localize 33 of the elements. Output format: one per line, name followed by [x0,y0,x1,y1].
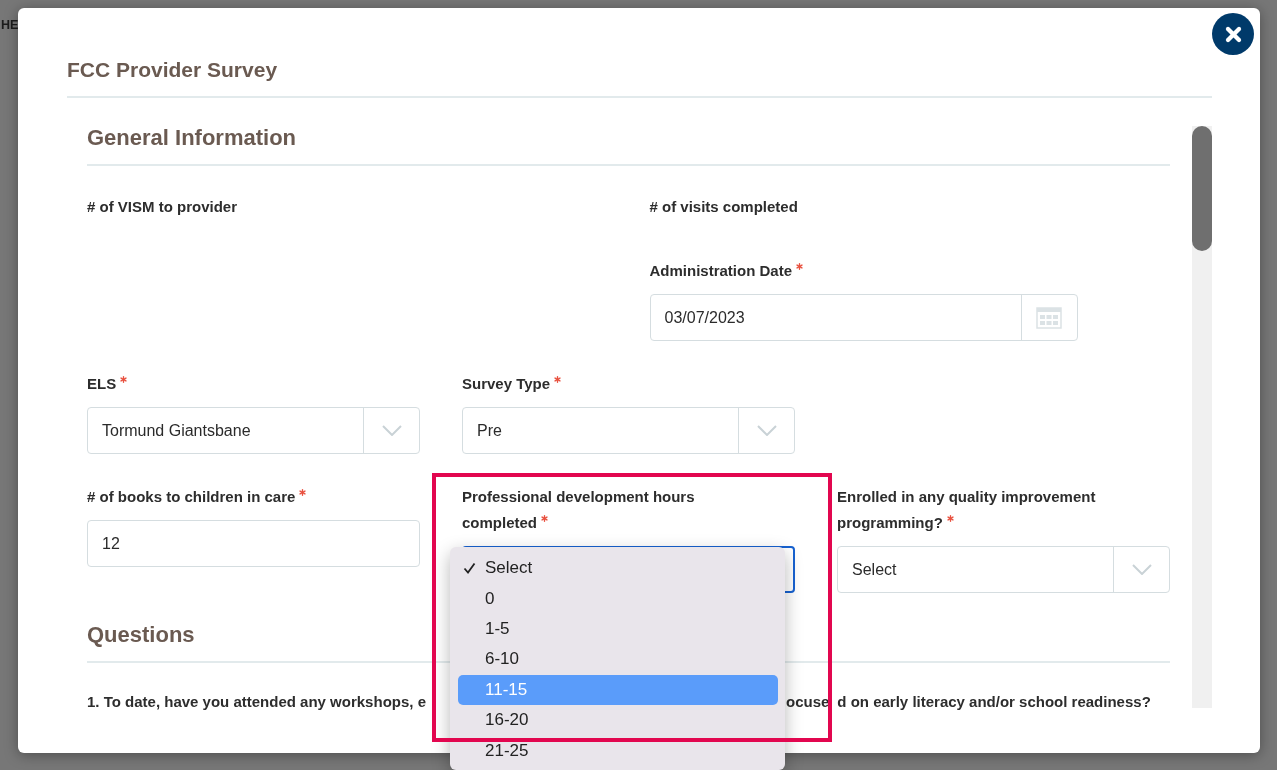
date-field[interactable]: 03/07/2023 [649,294,1078,341]
dropdown-option[interactable]: 1-5 [458,613,778,645]
chevron-down-icon [756,425,777,436]
field-label: # of visits completed [649,198,798,215]
section-title: General Information [87,124,1170,166]
field-label: ELS [87,375,117,392]
dropdown-option[interactable]: 16-20 [458,704,778,736]
question-text: ocuse [786,692,830,712]
field-label: Administration Date [649,262,792,279]
chevron-down-icon [381,425,402,436]
question-text: d on early literacy and/or school readiness? [837,692,1151,712]
dropdown-option[interactable]: 0 [458,583,778,614]
question-text: 1. To date, have you attended any workshops, e [87,692,427,712]
close-button[interactable] [1212,13,1254,55]
field-label: # of VISM to provider [87,198,237,215]
text-field[interactable]: 12 [87,520,420,567]
select-field[interactable]: Pre [462,407,795,454]
select-field[interactable]: Tormund Giantsbane [87,407,420,454]
field-label: Enrolled in any quality improvement programming? [837,488,1096,531]
field-label: # of books to children in care [87,488,296,505]
scrollbar-thumb[interactable] [1192,126,1212,251]
select-field[interactable]: Select [837,546,1170,593]
dropdown-option[interactable]: 21-25 [458,735,778,766]
chevron-down-icon [1131,564,1152,575]
dropdown-option[interactable]: 6-10 [458,644,778,675]
field-label: Survey Type [462,375,551,392]
background-heading-text: HE [1,18,19,32]
dropdown-option[interactable]: Select [458,553,778,584]
dialog-title: FCC Provider Survey [67,57,279,83]
close-icon [1224,25,1242,43]
scrollbar[interactable] [1192,126,1212,708]
field-label: Professional development hours completed [462,488,695,531]
calendar-icon [1036,306,1062,329]
